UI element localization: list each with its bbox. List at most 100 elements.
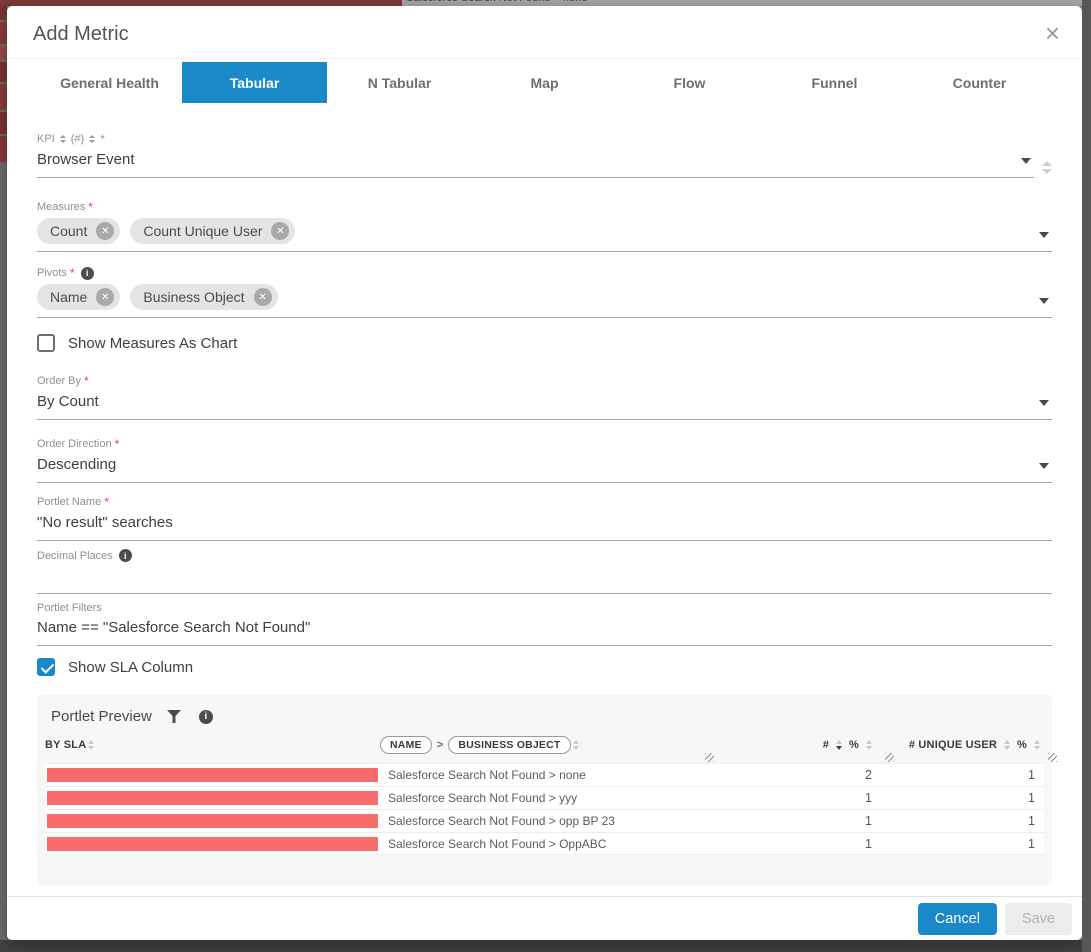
chip-remove-icon[interactable]: ✕ bbox=[271, 222, 289, 240]
column-header-count[interactable]: # % bbox=[712, 739, 876, 751]
info-icon[interactable]: i bbox=[81, 267, 94, 280]
background-row-text: Salesforce Search Not Found > none bbox=[406, 0, 587, 4]
pivots-field: Pivots * i Name✕ Business Object ✕ bbox=[37, 266, 1052, 318]
kpi-value: Browser Event bbox=[37, 150, 1021, 170]
info-icon[interactable]: i bbox=[199, 710, 213, 724]
sla-bar bbox=[47, 814, 378, 828]
chevron-down-icon[interactable] bbox=[1039, 463, 1049, 469]
tab-n-tabular[interactable]: N Tabular bbox=[327, 62, 472, 103]
tab-funnel[interactable]: Funnel bbox=[762, 62, 907, 103]
by-sla-header-text: BY SLA bbox=[45, 739, 86, 751]
add-metric-modal: Add Metric × General HealthTabularN Tabu… bbox=[7, 6, 1082, 940]
show-measures-as-chart-row: Show Measures As Chart bbox=[37, 334, 1052, 352]
modal-footer: Cancel Save bbox=[7, 896, 1082, 940]
pivot-pill-business-object[interactable]: BUSINESS OBJECT bbox=[448, 736, 570, 754]
chevron-down-icon[interactable] bbox=[1039, 400, 1049, 406]
metric-form: KPI (#) * Browser Event Measures * C bbox=[7, 132, 1082, 885]
column-resize-handle-icon[interactable] bbox=[885, 753, 894, 762]
tab-flow[interactable]: Flow bbox=[617, 62, 762, 103]
order-direction-value: Descending bbox=[37, 455, 1039, 475]
sort-icon-active[interactable] bbox=[836, 740, 842, 750]
tab-general-health[interactable]: General Health bbox=[37, 62, 182, 103]
column-resize-handle-icon[interactable] bbox=[705, 753, 714, 762]
preview-table-header: BY SLA NAME > BUSINESS OBJECT # % bbox=[45, 734, 1044, 763]
required-mark: * bbox=[70, 266, 75, 280]
column-header-by-sla[interactable]: BY SLA bbox=[45, 739, 380, 751]
tab-tabular[interactable]: Tabular bbox=[182, 62, 327, 103]
sort-icon[interactable] bbox=[866, 740, 872, 750]
column-header-unique-user[interactable]: # UNIQUE USER % bbox=[876, 739, 1044, 751]
measures-field: Measures * Count✕Count Unique User✕ bbox=[37, 200, 1052, 252]
portlet-name-label: Portlet Name * bbox=[37, 495, 1052, 509]
chip-name: Name✕ bbox=[37, 284, 120, 310]
order-by-select[interactable]: By Count bbox=[37, 392, 1052, 420]
order-by-field: Order By * By Count bbox=[37, 374, 1052, 420]
portlet-filters-label: Portlet Filters bbox=[37, 602, 1052, 614]
chevron-down-icon[interactable] bbox=[1039, 232, 1049, 238]
portlet-filters-label-text: Portlet Filters bbox=[37, 602, 102, 614]
sort-order-icon[interactable] bbox=[60, 135, 66, 143]
portlet-filters-input[interactable]: Name == "Salesforce Search Not Found" bbox=[37, 618, 1052, 646]
pivots-chips: Name✕ Business Object ✕ bbox=[37, 284, 1039, 310]
measures-label: Measures * bbox=[37, 200, 1052, 214]
measures-select[interactable]: Count✕Count Unique User✕ bbox=[37, 218, 1052, 252]
table-row: Salesforce Search Not Found > yyy11 bbox=[45, 786, 1044, 809]
unique-user-pct-header-text: % bbox=[1017, 739, 1027, 751]
metric-type-tabs: General HealthTabularN TabularMapFlowFun… bbox=[37, 62, 1052, 103]
portlet-preview-panel: Portlet Preview i BY SLA NAME > BUSINESS… bbox=[37, 695, 1052, 885]
pivots-label: Pivots * i bbox=[37, 266, 1052, 280]
show-sla-column-label: Show SLA Column bbox=[68, 659, 193, 676]
pivots-label-text: Pivots bbox=[37, 267, 67, 279]
order-by-label: Order By * bbox=[37, 374, 1052, 388]
chevron-down-icon[interactable] bbox=[1021, 158, 1031, 164]
chip-remove-icon[interactable]: ✕ bbox=[96, 222, 114, 240]
chip-label: Business Object bbox=[143, 289, 244, 305]
row-count: 1 bbox=[712, 791, 876, 805]
portlet-filters-field: Portlet Filters Name == "Salesforce Sear… bbox=[37, 602, 1052, 646]
pivot-pill-name[interactable]: NAME bbox=[380, 736, 432, 754]
row-name: Salesforce Search Not Found > none bbox=[380, 768, 712, 782]
measures-chips: Count✕Count Unique User✕ bbox=[37, 218, 1039, 244]
chip-remove-icon[interactable]: ✕ bbox=[254, 288, 272, 306]
sort-icon[interactable] bbox=[88, 740, 94, 750]
portlet-name-value: "No result" searches bbox=[37, 513, 1052, 533]
cancel-button[interactable]: Cancel bbox=[918, 903, 997, 935]
chip-remove-icon[interactable]: ✕ bbox=[96, 288, 114, 306]
sort-order-icon[interactable] bbox=[89, 135, 95, 143]
background-page-left-sliver bbox=[0, 6, 7, 952]
pivots-select[interactable]: Name✕ Business Object ✕ bbox=[37, 284, 1052, 318]
kpi-field: KPI (#) * Browser Event bbox=[37, 132, 1052, 178]
background-sla-bar bbox=[0, 46, 7, 60]
save-button[interactable]: Save bbox=[1005, 903, 1072, 935]
column-resize-handle-icon[interactable] bbox=[1048, 753, 1057, 762]
portlet-name-input[interactable]: "No result" searches bbox=[37, 513, 1052, 541]
decimal-places-input[interactable] bbox=[37, 566, 1052, 594]
order-direction-select[interactable]: Descending bbox=[37, 455, 1052, 483]
kpi-unit-text: (#) bbox=[71, 133, 84, 145]
show-measures-as-chart-checkbox[interactable] bbox=[37, 334, 55, 352]
count-header-text: # bbox=[823, 739, 829, 751]
kpi-select[interactable]: Browser Event bbox=[37, 150, 1034, 178]
decimal-places-field: Decimal Places i bbox=[37, 549, 1052, 594]
order-by-label-text: Order By bbox=[37, 375, 81, 387]
tab-map[interactable]: Map bbox=[472, 62, 617, 103]
number-spinner-icon[interactable] bbox=[1042, 161, 1052, 178]
sort-icon[interactable] bbox=[1004, 740, 1010, 750]
sort-icon[interactable] bbox=[573, 740, 579, 750]
table-row: Salesforce Search Not Found > opp BP 231… bbox=[45, 809, 1044, 832]
chevron-down-icon[interactable] bbox=[1039, 298, 1049, 304]
row-count: 1 bbox=[712, 814, 876, 828]
table-row: Salesforce Search Not Found > none21 bbox=[45, 763, 1044, 786]
row-unique-user: 1 bbox=[876, 791, 1044, 805]
show-sla-column-checkbox[interactable] bbox=[37, 658, 55, 676]
close-icon[interactable]: × bbox=[1045, 20, 1060, 46]
order-by-value: By Count bbox=[37, 392, 1039, 412]
modal-title: Add Metric bbox=[33, 23, 1056, 46]
tab-counter[interactable]: Counter bbox=[907, 62, 1052, 103]
decimal-places-label-text: Decimal Places bbox=[37, 550, 113, 562]
column-header-pivots[interactable]: NAME > BUSINESS OBJECT bbox=[380, 736, 712, 754]
page-scrollbar[interactable] bbox=[1082, 0, 1091, 952]
info-icon[interactable]: i bbox=[119, 549, 132, 562]
sort-icon[interactable] bbox=[1034, 740, 1040, 750]
filter-icon[interactable] bbox=[167, 710, 181, 723]
